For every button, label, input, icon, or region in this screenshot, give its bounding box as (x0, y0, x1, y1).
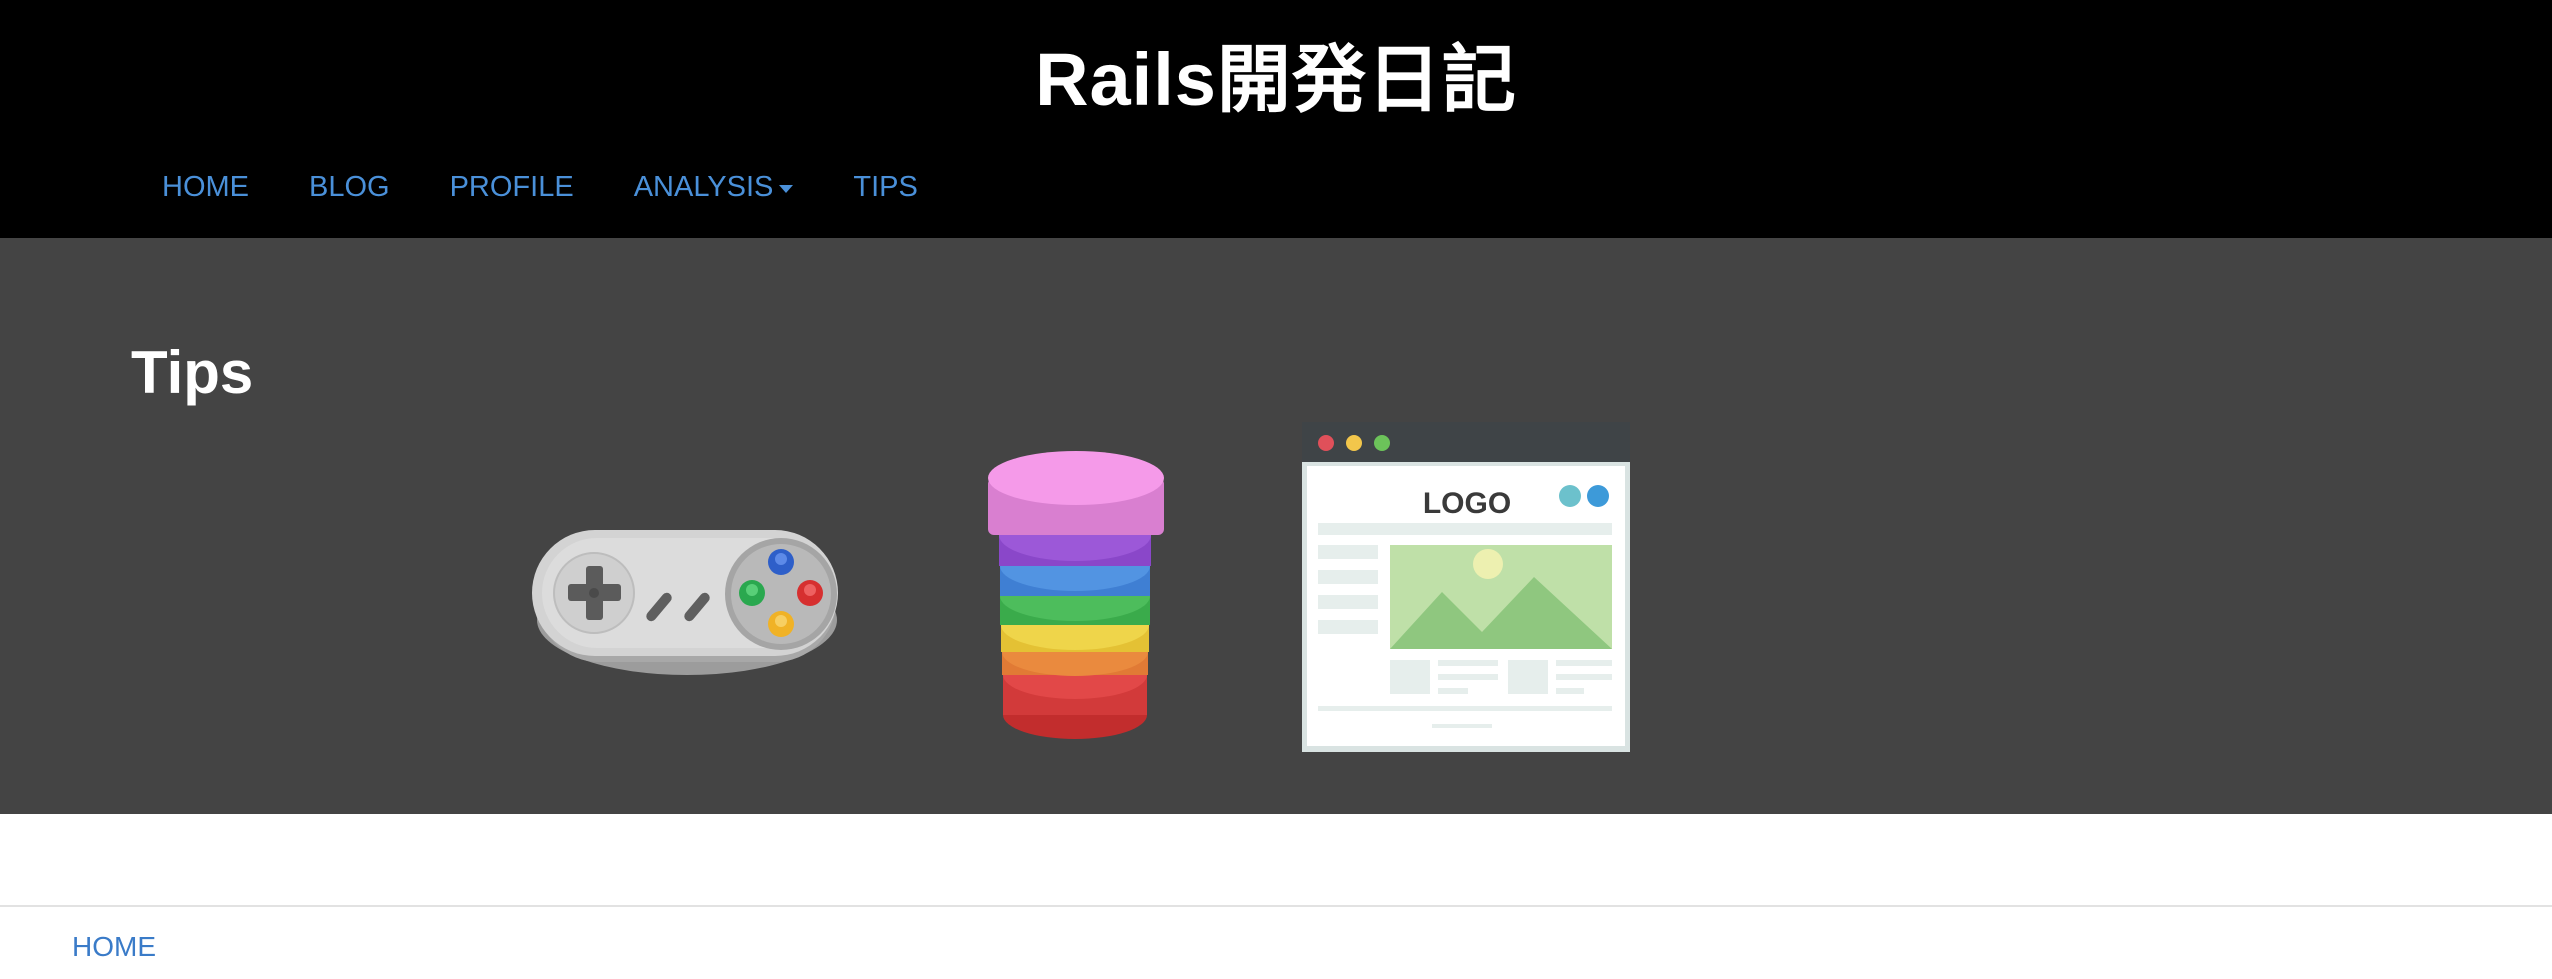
content-divider (0, 905, 2552, 907)
main-nav: HOME BLOG PROFILE ANALYSIS TIPS (162, 166, 978, 208)
breadcrumb-home-link[interactable]: HOME (72, 928, 156, 966)
site-title[interactable]: Rails開発日記 (0, 30, 2552, 130)
hero-banner: Tips LOGO (0, 238, 2552, 814)
site-header: Rails開発日記 HOME BLOG PROFILE ANALYSIS TIP… (0, 0, 2552, 238)
nav-item-blog[interactable]: BLOG (309, 166, 390, 208)
nav-item-profile[interactable]: PROFILE (450, 166, 574, 208)
website-mockup-icon: LOGO (1302, 422, 1630, 752)
nav-item-home-label: HOME (162, 171, 249, 203)
page-title: Tips (131, 339, 254, 406)
nav-item-profile-label: PROFILE (449, 171, 574, 203)
nav-item-blog-label: BLOG (309, 171, 390, 203)
nav-item-analysis-label: ANALYSIS (633, 171, 774, 203)
nav-item-tips[interactable]: TIPS (853, 166, 917, 208)
nav-item-home[interactable]: HOME (162, 166, 249, 208)
nav-item-tips-label: TIPS (853, 171, 918, 203)
mockup-logo-text: LOGO (1423, 487, 1511, 520)
rainbow-database-stack-icon (988, 451, 1164, 739)
caret-down-icon (779, 185, 794, 193)
game-controller-icon (532, 530, 838, 675)
nav-item-analysis-dropdown[interactable]: ANALYSIS (634, 166, 794, 208)
